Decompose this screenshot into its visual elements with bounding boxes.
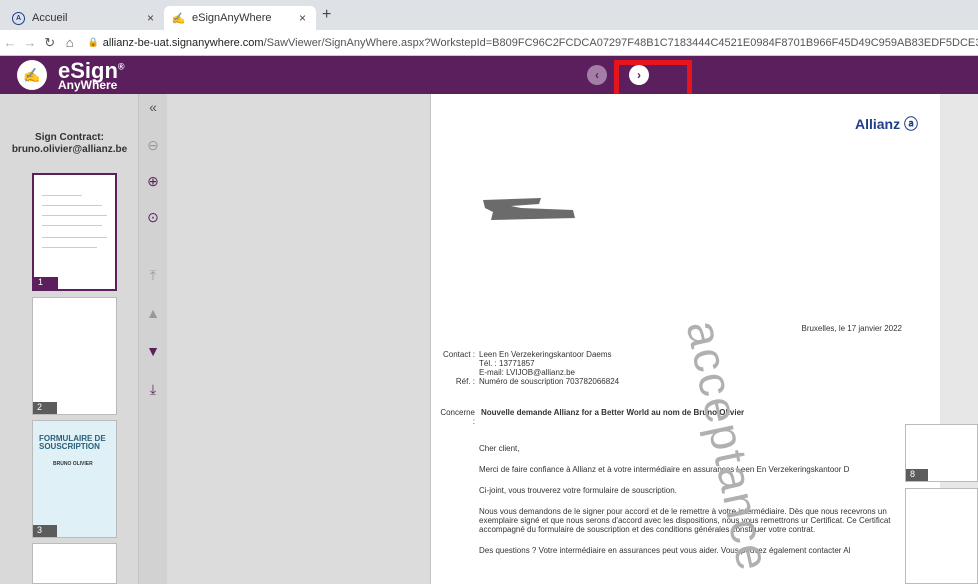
- tab-close-icon[interactable]: ×: [299, 11, 306, 25]
- page-thumbnail-8[interactable]: 8: [905, 424, 978, 482]
- document-page: Allianz ⓐ Bruxelles, le 17 janvier 2022 …: [430, 94, 940, 584]
- page-thumbnail-9[interactable]: [905, 488, 978, 584]
- page-thumbnail-2[interactable]: 2: [32, 297, 117, 415]
- page-number: 1: [34, 277, 58, 289]
- redaction-mark: [483, 198, 575, 220]
- page-number: 3: [33, 525, 57, 537]
- first-page-icon[interactable]: ⤒: [144, 266, 162, 284]
- reload-icon[interactable]: ↻: [40, 35, 60, 51]
- logo-subtitle: AnyWhere: [58, 78, 118, 92]
- home-icon[interactable]: ⌂: [60, 35, 80, 50]
- page-number: 2: [33, 402, 57, 414]
- thumb-heading: FORMULAIRE DE SOUSCRIPTION: [39, 434, 106, 451]
- page-thumbnail-1[interactable]: 1: [32, 173, 117, 291]
- browser-tabstrip: A Accueil × ✍ eSignAnyWhere × +: [0, 0, 978, 30]
- page-thumbnail-4[interactable]: [32, 543, 117, 584]
- tab-close-icon[interactable]: ×: [147, 11, 154, 25]
- zoom-in-icon[interactable]: ⊕: [144, 172, 162, 190]
- letter-body: Cher client, Merci de faire confiance à …: [479, 444, 891, 555]
- collapse-panel-icon[interactable]: «: [144, 98, 162, 116]
- tab-esignanywhere[interactable]: ✍ eSignAnyWhere ×: [164, 6, 316, 30]
- sign-contract-title: Sign Contract: bruno.olivier@allianz.be: [11, 132, 128, 155]
- tool-column: « ⊖ ⊕ ⊙ ⤒ ▲ ▼ ⤓: [139, 94, 167, 584]
- allianz-favicon-icon: A: [12, 11, 25, 25]
- contact-block: Contact : Leen En Verzekeringskantoor Dae…: [442, 350, 620, 386]
- tab-label: Accueil: [32, 12, 68, 24]
- tab-accueil[interactable]: A Accueil ×: [4, 6, 164, 30]
- new-tab-button[interactable]: +: [322, 6, 331, 24]
- lock-icon[interactable]: 🔒: [88, 37, 99, 48]
- letter-date: Bruxelles, le 17 janvier 2022: [801, 324, 902, 333]
- url-field[interactable]: allianz-be-uat.signanywhere.com/SawViewe…: [103, 37, 978, 49]
- last-page-icon[interactable]: ⤓: [144, 380, 162, 398]
- previous-page-icon[interactable]: ▲: [144, 304, 162, 322]
- back-icon[interactable]: ←: [0, 35, 20, 50]
- next-page-icon[interactable]: ▼: [144, 342, 162, 360]
- previous-page-button[interactable]: ‹: [587, 65, 607, 85]
- thumb-name: BRUNO OLIVIER: [53, 461, 93, 467]
- app-header: ✍ eSign® AnyWhere ‹ ›: [0, 56, 978, 94]
- page-thumbnail-3[interactable]: FORMULAIRE DE SOUSCRIPTION BRUNO OLIVIER…: [32, 420, 117, 538]
- forward-icon[interactable]: →: [20, 35, 40, 50]
- zoom-out-icon[interactable]: ⊖: [144, 136, 162, 154]
- esign-favicon-icon: ✍: [171, 12, 186, 25]
- address-bar: ← → ↻ ⌂ 🔒 allianz-be-uat.signanywhere.co…: [0, 30, 978, 56]
- allianz-logo: Allianz ⓐ: [854, 116, 918, 132]
- page-number: 8: [906, 469, 928, 481]
- esign-logo-icon: ✍: [17, 60, 47, 90]
- tab-label: eSignAnyWhere: [192, 12, 272, 24]
- zoom-reset-icon[interactable]: ⊙: [144, 208, 162, 226]
